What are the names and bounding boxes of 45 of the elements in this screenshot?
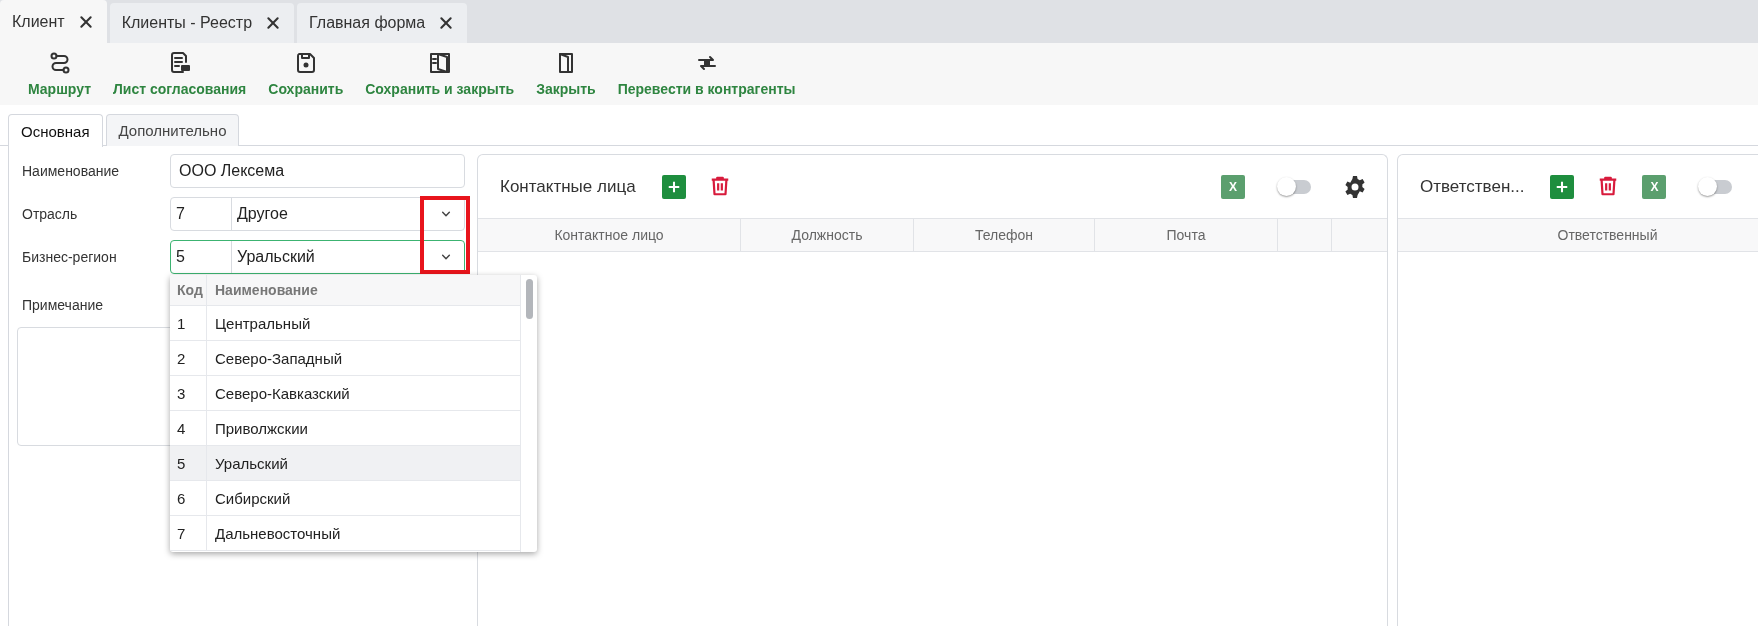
add-button[interactable] (661, 174, 686, 199)
panel-title: Контактные лица (500, 176, 636, 197)
toolbar-button[interactable]: Сохранить и закрыть (354, 43, 526, 105)
dropdown-row[interactable]: 7 Дальневосточный (170, 516, 520, 551)
close-icon[interactable] (266, 16, 281, 30)
settings-icon[interactable] (1343, 174, 1367, 199)
chevron-down-icon (439, 252, 453, 262)
field-label: Наименование (22, 163, 121, 179)
field-label: Бизнес-регион (22, 249, 118, 265)
close-icon[interactable] (439, 16, 454, 30)
column-header[interactable]: Ответственный (1398, 219, 1758, 251)
plus-icon (666, 179, 681, 194)
column-header[interactable]: Контактное лицо (478, 219, 741, 251)
document-tab[interactable]: Главная форма (297, 3, 468, 43)
dropdown-row[interactable]: 2 Северо-Западный (170, 341, 520, 376)
panel-title: Ответствен... (1420, 176, 1525, 197)
dropdown-row[interactable]: 1 Центральный (170, 306, 520, 341)
column-header: Наименование (214, 281, 319, 300)
field-label: Примечание (22, 297, 104, 315)
dropdown-row[interactable]: 3 Северо-Кавказский (170, 376, 520, 411)
text-field[interactable]: ООО Лексема (170, 154, 465, 188)
dropdown-row[interactable]: 6 Сибирский (170, 481, 520, 516)
toolbar-button[interactable]: Сохранить (257, 43, 355, 105)
door-frame-icon (427, 51, 452, 75)
document-tab[interactable]: Клиенты - Реестр (109, 3, 295, 43)
close-icon[interactable] (78, 14, 93, 29)
toolbar-button[interactable]: Закрыть (525, 43, 607, 105)
form-tab[interactable]: Дополнительно (105, 114, 240, 146)
column-header[interactable]: Почта (1095, 219, 1278, 251)
plus-icon (1555, 179, 1570, 194)
column-header[interactable]: Телефон (914, 219, 1095, 251)
toolbar-button[interactable]: Перевести в контрагенты (606, 43, 807, 105)
form-tab[interactable]: Основная (8, 114, 103, 147)
field-label: Отрасль (22, 206, 79, 222)
lookup-field[interactable]: 5 Уральский (170, 240, 465, 274)
add-button[interactable] (1550, 174, 1575, 199)
lookup-field[interactable]: 7 Другое (170, 197, 465, 231)
document-tab[interactable]: Клиент (0, 0, 107, 43)
toolbar-button[interactable]: Лист согласования (102, 43, 258, 105)
column-header: Код (170, 275, 207, 305)
dropdown-row[interactable]: 5 Уральский (170, 446, 520, 481)
chevron-down-icon (439, 209, 453, 219)
scrollbar-thumb[interactable] (526, 279, 533, 319)
toolbar-button[interactable]: Маршрут (17, 43, 103, 105)
column-header[interactable]: Должность (741, 219, 914, 251)
